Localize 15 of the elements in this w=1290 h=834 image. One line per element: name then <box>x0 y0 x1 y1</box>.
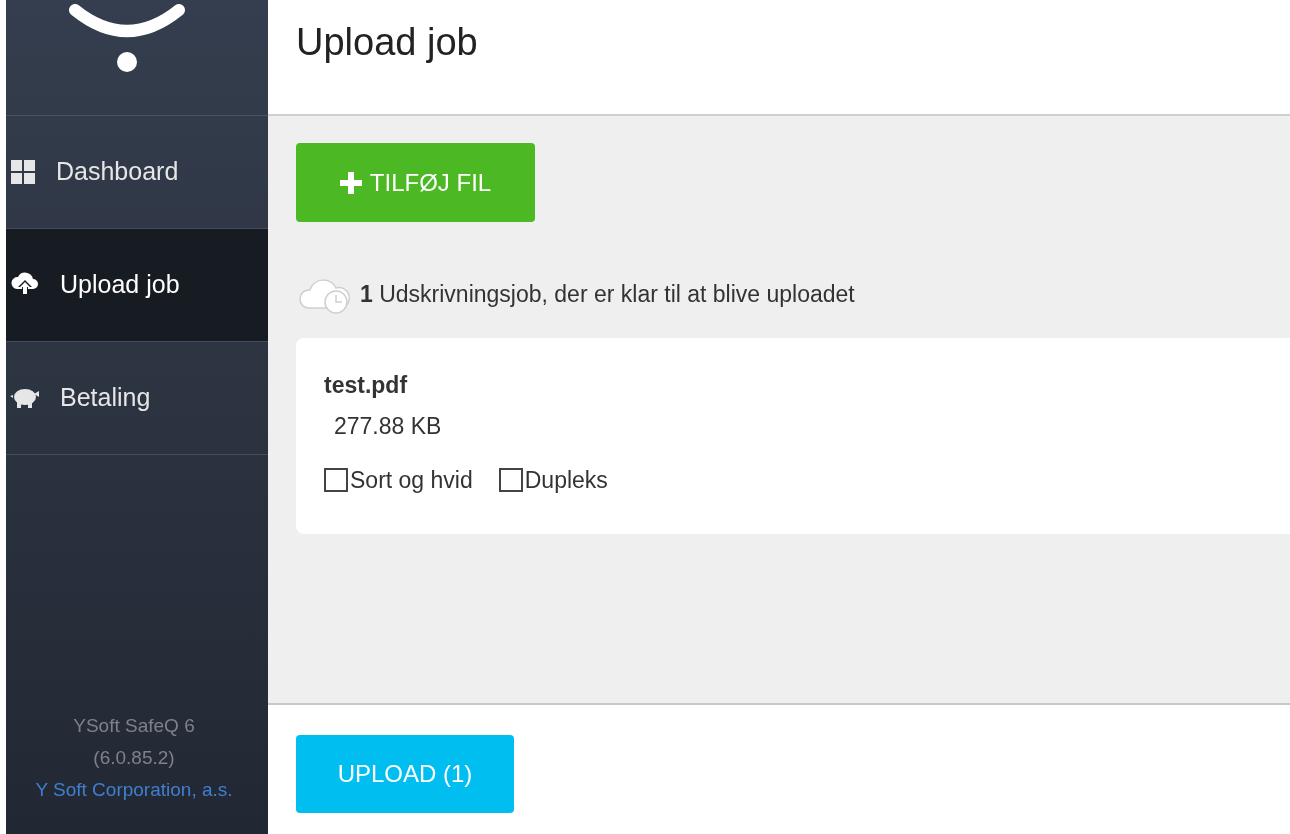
checkbox-label: Sort og hvid <box>350 466 473 495</box>
grid-icon <box>10 159 36 185</box>
company-link[interactable]: Y Soft Corporation, a.s. <box>35 774 233 806</box>
version-text: (6.0.85.2) <box>93 746 175 770</box>
plus-icon <box>339 171 362 194</box>
file-name: test.pdf <box>324 371 408 400</box>
status-message: 1 Udskrivningsjob, der er klar til at blive uploadet <box>360 279 855 309</box>
checkbox-label: Dupleks <box>524 466 608 495</box>
page-title: Upload job <box>296 20 479 65</box>
checkbox[interactable] <box>498 468 523 493</box>
checkbox[interactable] <box>324 468 348 493</box>
piggy-bank-icon <box>10 386 40 410</box>
sidebar-item[interactable]: Upload job <box>6 229 268 342</box>
product-name: YSoft SafeQ 6 <box>73 714 195 738</box>
file-size: 277.88 KB <box>334 411 442 441</box>
